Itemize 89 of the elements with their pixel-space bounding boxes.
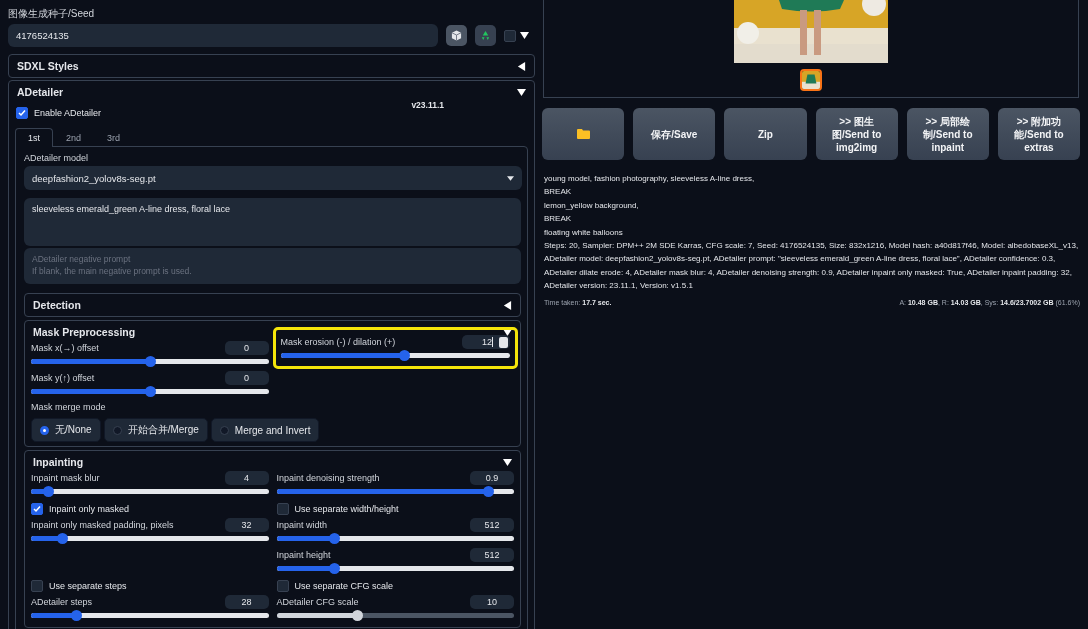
number-field[interactable]: 0: [224, 371, 269, 385]
slider-handle[interactable]: [42, 486, 54, 497]
generation-info-text: young model, fashion photography, sleeveless A-line dress,: [544, 173, 755, 185]
tab[interactable]: 2nd: [53, 128, 95, 147]
collapse-icon[interactable]: [503, 327, 512, 337]
action-button[interactable]: >> 局部绘制/Send to inpaint: [906, 108, 989, 160]
accordion-title[interactable]: Inpainting: [33, 456, 84, 468]
number-field[interactable]: 512: [470, 548, 514, 562]
action-button[interactable]: >> 附加功能/Send to extras: [997, 108, 1081, 160]
checkbox[interactable]: [31, 580, 43, 592]
slider-handle[interactable]: [144, 386, 156, 397]
slider-label: Mask x(→) offset: [31, 343, 99, 353]
number-field[interactable]: 0.9: [470, 471, 514, 485]
checkbox-label: Use separate CFG scale: [294, 581, 394, 591]
version-label: v23.11.1: [411, 100, 444, 110]
slider-label: Inpaint only masked padding, pixels: [31, 520, 174, 530]
field-label: ADetailer model: [24, 153, 89, 163]
checkbox[interactable]: [276, 580, 289, 592]
number-field[interactable]: 512: [470, 518, 514, 532]
checkbox[interactable]: [31, 503, 43, 515]
generation-info-text: lemon_yellow background,: [544, 199, 639, 212]
recycle-button[interactable]: [475, 25, 496, 46]
number-field[interactable]: 28: [224, 595, 269, 609]
slider-track[interactable]: [31, 389, 269, 394]
collapse-icon[interactable]: [517, 87, 526, 97]
generation-info-text: BREAK: [544, 213, 572, 226]
generation-info-text: Steps: 20, Sampler: DPM++ 2M SDE Karras, CFG scale: 7, Seed: 4176524135, Size: 832x1216, Model hash: a40d817f46, Model: albedobaseXL_v13, ADetailer model: deepfashion2_yolov8s-seg.pt, ADetailer prompt: "sleeveless emerald_green A-line dress, floral lace", ADetailer confidence: 0.3, ADetailer dilate erode: 4, ADetailer mask blur: 4, ADetailer denoising strength: 0.9, ADetailer inpaint only masked: True, ADetailer inpaint padding: 32, ADetailer version: 23.11.1, Version: v1.5.1: [544, 240, 1080, 293]
checkbox-label: Use separate width/height: [294, 504, 399, 514]
slider-handle[interactable]: [144, 356, 156, 367]
slider-handle[interactable]: [71, 610, 83, 621]
slider-handle[interactable]: [56, 533, 68, 544]
slider-track[interactable]: [31, 359, 269, 364]
slider-track[interactable]: [280, 353, 510, 358]
field-label: Mask merge mode: [31, 402, 106, 412]
slider-track[interactable]: [31, 613, 269, 618]
recycle-icon: [480, 30, 491, 41]
action-button[interactable]: 保存/Save: [633, 108, 716, 160]
slider-track[interactable]: [31, 489, 269, 494]
slider-label: Inpaint mask blur: [31, 473, 100, 483]
expand-icon[interactable]: [503, 300, 512, 310]
seed-field[interactable]: 4176524135: [8, 24, 438, 47]
seed-label: 图像生成种子/Seed: [8, 7, 95, 21]
cube-icon: [451, 30, 462, 41]
number-field[interactable]: 4: [224, 471, 269, 485]
slider-track[interactable]: [31, 536, 269, 541]
slider-label: Mask erosion (-) / dilation (+): [280, 337, 396, 347]
slider-label: Mask y(↑) offset: [31, 373, 95, 383]
action-button[interactable]: >> 图生图/Send to img2img: [815, 108, 898, 160]
expand-icon[interactable]: [517, 61, 526, 71]
accordion-title[interactable]: Detection: [33, 299, 81, 311]
folder-icon: [576, 129, 590, 139]
checkbox[interactable]: [276, 503, 289, 515]
generation-info-text: floating white balloons: [544, 226, 623, 239]
slider-label: Inpaint width: [276, 520, 328, 530]
action-button[interactable]: Zip: [724, 108, 807, 160]
checkbox-label: Enable ADetailer: [34, 108, 102, 118]
slider-handle[interactable]: [399, 350, 411, 361]
checkbox-label: Inpaint only masked: [49, 504, 130, 514]
slider-handle[interactable]: [328, 533, 340, 544]
slider-label: ADetailer CFG scale: [276, 597, 359, 607]
model-dropdown[interactable]: deepfashion2_yolov8s-seg.pt: [24, 166, 522, 190]
slider-track[interactable]: [276, 566, 514, 571]
checkbox-label: Use separate steps: [49, 581, 127, 591]
checkbox[interactable]: [16, 107, 28, 119]
radio-option[interactable]: Merge and Invert: [210, 418, 320, 442]
accordion-title[interactable]: ADetailer: [17, 86, 64, 98]
dropdown-icon[interactable]: [520, 31, 529, 40]
number-field[interactable]: 0: [224, 341, 269, 355]
slider-label: Inpaint height: [276, 550, 331, 560]
dropdown-icon: [507, 175, 514, 181]
accordion-title[interactable]: SDXL Styles: [17, 60, 79, 72]
dice-button[interactable]: [446, 25, 467, 46]
folder-button[interactable]: [542, 108, 625, 160]
generation-info-text: BREAK: [544, 186, 572, 199]
number-field[interactable]: 12: [462, 335, 510, 349]
slider-handle[interactable]: [328, 563, 340, 574]
slider-label: ADetailer steps: [31, 597, 93, 607]
prompt-field[interactable]: sleeveless emerald_green A-line dress, floral lace: [24, 198, 521, 246]
tab[interactable]: 1st: [15, 128, 53, 147]
tab[interactable]: 3rd: [94, 128, 134, 147]
accordion-title[interactable]: Mask Preprocessing: [33, 326, 136, 338]
checkbox[interactable]: [504, 29, 516, 42]
radio-option[interactable]: 无/None: [31, 418, 101, 442]
slider-track[interactable]: [276, 536, 514, 541]
slider-handle[interactable]: [482, 486, 494, 497]
collapse-icon[interactable]: [503, 457, 512, 467]
slider-label: Inpaint denoising strength: [276, 473, 380, 483]
radio-option[interactable]: 开始合并/Merge: [103, 418, 208, 442]
number-field[interactable]: 32: [224, 518, 269, 532]
